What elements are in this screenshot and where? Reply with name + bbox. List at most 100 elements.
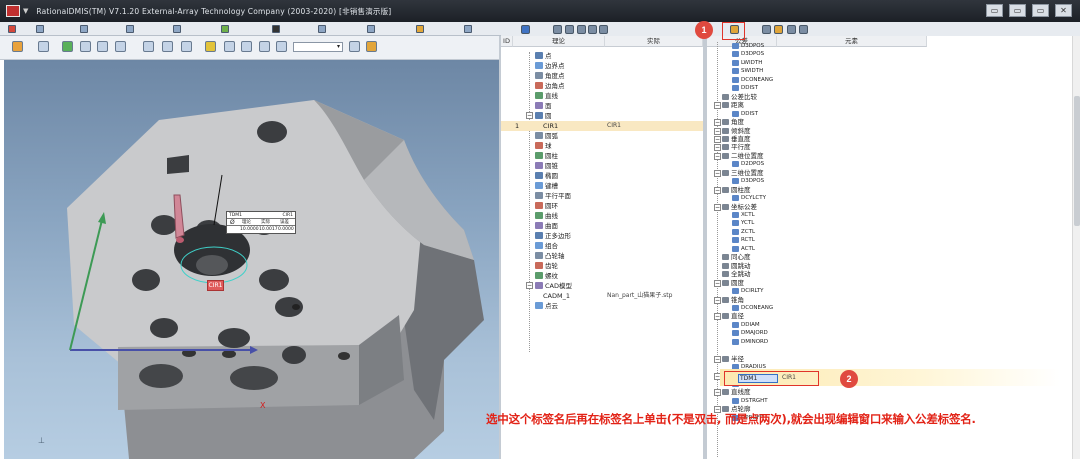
collapse-toggle-icon[interactable]: −: [714, 313, 721, 321]
feature-row[interactable]: 点: [501, 51, 703, 61]
collapse-toggle-icon[interactable]: −: [526, 282, 533, 289]
wireframe-icon[interactable]: [162, 41, 173, 52]
feature-row[interactable]: 边界点: [501, 61, 703, 71]
home-tab-icon[interactable]: [8, 25, 16, 33]
label-toggle-icon[interactable]: [205, 41, 216, 52]
view-select-dropdown[interactable]: ▾: [293, 42, 343, 52]
minimize-button[interactable]: ▭: [986, 4, 1003, 17]
collapse-toggle-icon[interactable]: −: [714, 135, 721, 143]
cad-tab-icon[interactable]: [318, 25, 326, 33]
feature-row[interactable]: 正多边形: [501, 231, 703, 241]
collapse-toggle-icon[interactable]: −: [714, 152, 721, 160]
program-tab-icon[interactable]: [80, 25, 88, 33]
feature-row[interactable]: 面: [501, 101, 703, 111]
clip-icon[interactable]: [276, 41, 287, 52]
collapse-toggle-icon[interactable]: −: [714, 127, 721, 135]
fit-view-icon[interactable]: [115, 41, 126, 52]
output-tab-icon[interactable]: [367, 25, 375, 33]
probe-tab-icon[interactable]: [36, 25, 44, 33]
rotate-icon[interactable]: [62, 41, 73, 52]
filter-d-icon[interactable]: [599, 25, 608, 34]
probe-head-tab-icon[interactable]: [272, 25, 280, 33]
tol-filter-b-icon[interactable]: [774, 25, 783, 34]
filter-funnel-icon[interactable]: [565, 25, 574, 34]
restore-button[interactable]: ▭: [1009, 4, 1026, 17]
feature-row[interactable]: 直线: [501, 91, 703, 101]
feature-row[interactable]: 圆环: [501, 201, 703, 211]
collapse-toggle-icon[interactable]: −: [714, 169, 721, 177]
measure-tab-icon[interactable]: [173, 25, 181, 33]
feature-display-icon[interactable]: [224, 41, 235, 52]
cad-part-model[interactable]: [4, 60, 499, 459]
feature-row[interactable]: 组合: [501, 241, 703, 251]
feature-tag-cir1[interactable]: CIR1: [207, 280, 224, 291]
home-view-icon[interactable]: [12, 41, 23, 52]
collapse-toggle-icon[interactable]: −: [714, 279, 721, 287]
collapse-toggle-icon[interactable]: −: [714, 119, 721, 127]
apply-view-icon[interactable]: [349, 41, 360, 52]
construct-tab-icon[interactable]: [221, 25, 229, 33]
feature-row[interactable]: 圆弧: [501, 131, 703, 141]
cad-3d-viewport[interactable]: TDM1 CIR1 Ø 理论 实际 误差 10.0000 10.0017 0.0…: [4, 60, 499, 459]
feature-row[interactable]: 球: [501, 141, 703, 151]
feature-row[interactable]: 键槽: [501, 181, 703, 191]
view-dir-icon[interactable]: [181, 41, 192, 52]
tolerance-scrollbar[interactable]: [1072, 36, 1080, 459]
feature-row-label: 螺纹: [545, 272, 558, 280]
tol-filter-c-icon[interactable]: [787, 25, 796, 34]
col-actual-header[interactable]: 实际: [605, 36, 703, 47]
feature-row[interactable]: 凸轮轴: [501, 251, 703, 261]
tolerance-panel-toolbar: [707, 22, 1080, 36]
fcf-label-box[interactable]: TDM1 CIR1 Ø 理论 实际 误差 10.0000 10.0017 0.0…: [226, 211, 296, 234]
settings-tab-icon[interactable]: [464, 25, 472, 33]
tolerance-row[interactable]: DMINORD: [707, 338, 1080, 347]
tol-filter-d-icon[interactable]: [799, 25, 808, 34]
col-id-header[interactable]: ID: [501, 36, 513, 47]
feature-group-row[interactable]: − CAD模型: [501, 281, 703, 291]
feature-row[interactable]: 圆锥: [501, 161, 703, 171]
probe-config-icon[interactable]: [366, 41, 377, 52]
feature-row[interactable]: 平行平面: [501, 191, 703, 201]
scrollbar-thumb[interactable]: [1074, 96, 1080, 226]
tol-filter-a-icon[interactable]: [762, 25, 771, 34]
feature-row[interactable]: 齿轮: [501, 261, 703, 271]
feature-row[interactable]: 曲面: [501, 221, 703, 231]
collapse-toggle-icon[interactable]: −: [714, 144, 721, 152]
feature-row[interactable]: 角度点: [501, 71, 703, 81]
report-tab-icon[interactable]: [126, 25, 134, 33]
tolerance-type-icon: [722, 144, 729, 151]
collapse-toggle-icon[interactable]: −: [714, 296, 721, 304]
filter-a-icon[interactable]: [553, 25, 562, 34]
pan-icon[interactable]: [80, 41, 91, 52]
feature-row[interactable]: 椭圆: [501, 171, 703, 181]
collapse-toggle-icon[interactable]: −: [714, 186, 721, 194]
feature-row[interactable]: 边角点: [501, 81, 703, 91]
color-icon[interactable]: [241, 41, 252, 52]
feature-row[interactable]: 1 CIR1 CIR1: [501, 121, 703, 131]
feature-row[interactable]: CADM_1 Nan_part_山猫果子.stp: [501, 291, 703, 301]
close-button[interactable]: ✕: [1055, 4, 1072, 17]
feature-row[interactable]: 曲线: [501, 211, 703, 221]
app-menu-chevron-icon[interactable]: ▼: [23, 7, 28, 15]
feature-row[interactable]: 点云: [501, 301, 703, 311]
tools-tab-icon[interactable]: [416, 25, 424, 33]
feature-tab-icon[interactable]: [521, 25, 530, 34]
feature-row[interactable]: 螺纹: [501, 271, 703, 281]
x-axis-label: X: [260, 401, 266, 410]
collapse-toggle-icon[interactable]: −: [714, 203, 721, 211]
zoom-icon[interactable]: [97, 41, 108, 52]
angle-point-icon: [535, 72, 543, 79]
collapse-toggle-icon[interactable]: −: [714, 355, 721, 363]
maximize-button[interactable]: ▭: [1032, 4, 1049, 17]
filter-b-icon[interactable]: [577, 25, 586, 34]
col-nominal-header[interactable]: 理论: [513, 36, 605, 47]
shade-icon[interactable]: [143, 41, 154, 52]
feature-group-row[interactable]: − 圆: [501, 111, 703, 121]
collapse-toggle-icon[interactable]: −: [714, 389, 721, 397]
select-arrow-icon[interactable]: [38, 41, 49, 52]
collapse-toggle-icon[interactable]: −: [526, 112, 533, 119]
feature-row[interactable]: 圆柱: [501, 151, 703, 161]
collapse-toggle-icon[interactable]: −: [714, 102, 721, 110]
filter-c-icon[interactable]: [588, 25, 597, 34]
section-icon[interactable]: [259, 41, 270, 52]
